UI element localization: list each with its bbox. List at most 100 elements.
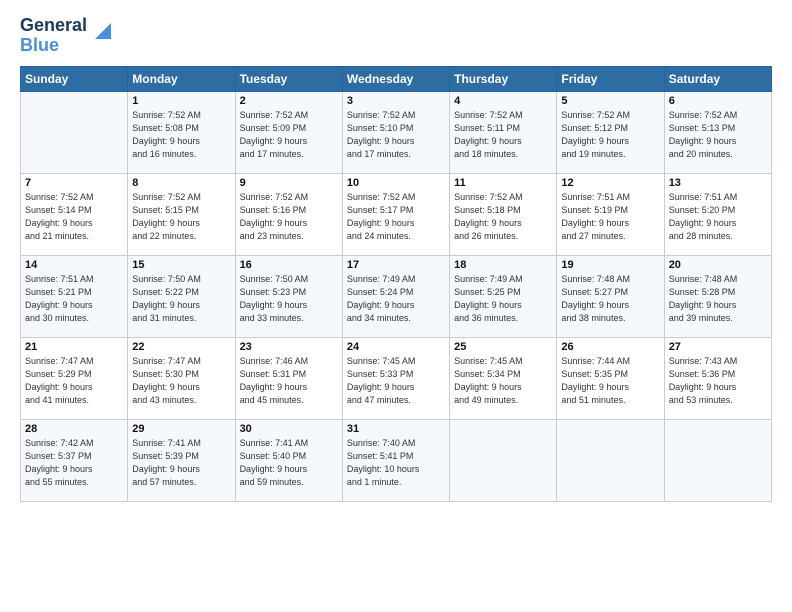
day-number: 23	[240, 341, 338, 353]
day-cell: 31 Sunrise: 7:40 AMSunset: 5:41 PMDayligh…	[342, 419, 449, 501]
col-saturday: Saturday	[664, 66, 771, 91]
day-number: 19	[561, 259, 659, 271]
calendar-table: Sunday Monday Tuesday Wednesday Thursday…	[20, 66, 772, 502]
day-cell: 2Sunrise: 7:52 AMSunset: 5:09 PMDaylight…	[235, 91, 342, 173]
day-cell: 21 Sunrise: 7:47 AMSunset: 5:29 PMDayligh…	[21, 337, 128, 419]
col-wednesday: Wednesday	[342, 66, 449, 91]
day-info: Sunrise: 7:52 AMSunset: 5:12 PMDaylight:…	[561, 109, 659, 161]
day-number: 30	[240, 423, 338, 435]
day-cell: 6 Sunrise: 7:52 AMSunset: 5:13 PMDaylight…	[664, 91, 771, 173]
day-number: 14	[25, 259, 123, 271]
day-number: 28	[25, 423, 123, 435]
day-cell: 9 Sunrise: 7:52 AMSunset: 5:16 PMDaylight…	[235, 173, 342, 255]
day-cell: 5 Sunrise: 7:52 AMSunset: 5:12 PMDaylight…	[557, 91, 664, 173]
day-info: Sunrise: 7:52 AMSunset: 5:18 PMDaylight:…	[454, 191, 552, 243]
day-cell	[450, 419, 557, 501]
week-row-5: 28Sunrise: 7:42 AMSunset: 5:37 PMDayligh…	[21, 419, 772, 501]
day-cell: 3 Sunrise: 7:52 AMSunset: 5:10 PMDaylight…	[342, 91, 449, 173]
day-number: 20	[669, 259, 767, 271]
day-number: 2	[240, 95, 338, 107]
day-number: 22	[132, 341, 230, 353]
day-info: Sunrise: 7:46 AMSunset: 5:31 PMDaylight:…	[240, 355, 338, 407]
week-row-2: 7 Sunrise: 7:52 AMSunset: 5:14 PMDaylight…	[21, 173, 772, 255]
day-cell: 7 Sunrise: 7:52 AMSunset: 5:14 PMDaylight…	[21, 173, 128, 255]
day-cell: 1Sunrise: 7:52 AMSunset: 5:08 PMDaylight…	[128, 91, 235, 173]
col-thursday: Thursday	[450, 66, 557, 91]
day-info: Sunrise: 7:49 AMSunset: 5:25 PMDaylight:…	[454, 273, 552, 325]
day-info: Sunrise: 7:43 AMSunset: 5:36 PMDaylight:…	[669, 355, 767, 407]
day-info: Sunrise: 7:49 AMSunset: 5:24 PMDaylight:…	[347, 273, 445, 325]
day-info: Sunrise: 7:47 AMSunset: 5:30 PMDaylight:…	[132, 355, 230, 407]
day-cell: 24 Sunrise: 7:45 AMSunset: 5:33 PMDayligh…	[342, 337, 449, 419]
day-info: Sunrise: 7:48 AMSunset: 5:28 PMDaylight:…	[669, 273, 767, 325]
day-number: 24	[347, 341, 445, 353]
logo-icon	[89, 21, 111, 43]
day-info: Sunrise: 7:41 AMSunset: 5:39 PMDaylight:…	[132, 437, 230, 489]
day-number: 7	[25, 177, 123, 189]
logo: GeneralBlue	[20, 16, 111, 56]
day-cell: 11 Sunrise: 7:52 AMSunset: 5:18 PMDayligh…	[450, 173, 557, 255]
day-number: 15	[132, 259, 230, 271]
day-cell: 28Sunrise: 7:42 AMSunset: 5:37 PMDayligh…	[21, 419, 128, 501]
day-info: Sunrise: 7:52 AMSunset: 5:14 PMDaylight:…	[25, 191, 123, 243]
day-number: 11	[454, 177, 552, 189]
day-number: 17	[347, 259, 445, 271]
day-info: Sunrise: 7:51 AMSunset: 5:21 PMDaylight:…	[25, 273, 123, 325]
day-cell: 10Sunrise: 7:52 AMSunset: 5:17 PMDayligh…	[342, 173, 449, 255]
day-number: 9	[240, 177, 338, 189]
day-number: 21	[25, 341, 123, 353]
day-number: 4	[454, 95, 552, 107]
col-monday: Monday	[128, 66, 235, 91]
day-info: Sunrise: 7:45 AMSunset: 5:34 PMDaylight:…	[454, 355, 552, 407]
col-sunday: Sunday	[21, 66, 128, 91]
day-cell: 16Sunrise: 7:50 AMSunset: 5:23 PMDayligh…	[235, 255, 342, 337]
day-number: 6	[669, 95, 767, 107]
week-row-1: 1Sunrise: 7:52 AMSunset: 5:08 PMDaylight…	[21, 91, 772, 173]
day-cell: 17 Sunrise: 7:49 AMSunset: 5:24 PMDayligh…	[342, 255, 449, 337]
day-cell: 19 Sunrise: 7:48 AMSunset: 5:27 PMDayligh…	[557, 255, 664, 337]
day-cell: 26Sunrise: 7:44 AMSunset: 5:35 PMDayligh…	[557, 337, 664, 419]
day-number: 1	[132, 95, 230, 107]
day-number: 5	[561, 95, 659, 107]
day-cell: 12Sunrise: 7:51 AMSunset: 5:19 PMDayligh…	[557, 173, 664, 255]
col-tuesday: Tuesday	[235, 66, 342, 91]
day-info: Sunrise: 7:40 AMSunset: 5:41 PMDaylight:…	[347, 437, 445, 489]
week-row-4: 21 Sunrise: 7:47 AMSunset: 5:29 PMDayligh…	[21, 337, 772, 419]
day-info: Sunrise: 7:51 AMSunset: 5:20 PMDaylight:…	[669, 191, 767, 243]
day-number: 8	[132, 177, 230, 189]
day-cell: 8 Sunrise: 7:52 AMSunset: 5:15 PMDaylight…	[128, 173, 235, 255]
day-cell: 15Sunrise: 7:50 AMSunset: 5:22 PMDayligh…	[128, 255, 235, 337]
day-info: Sunrise: 7:52 AMSunset: 5:15 PMDaylight:…	[132, 191, 230, 243]
day-number: 31	[347, 423, 445, 435]
day-cell: 14 Sunrise: 7:51 AMSunset: 5:21 PMDayligh…	[21, 255, 128, 337]
day-number: 25	[454, 341, 552, 353]
day-info: Sunrise: 7:41 AMSunset: 5:40 PMDaylight:…	[240, 437, 338, 489]
day-cell	[21, 91, 128, 173]
day-info: Sunrise: 7:45 AMSunset: 5:33 PMDaylight:…	[347, 355, 445, 407]
day-info: Sunrise: 7:52 AMSunset: 5:13 PMDaylight:…	[669, 109, 767, 161]
day-info: Sunrise: 7:52 AMSunset: 5:10 PMDaylight:…	[347, 109, 445, 161]
col-friday: Friday	[557, 66, 664, 91]
day-info: Sunrise: 7:52 AMSunset: 5:11 PMDaylight:…	[454, 109, 552, 161]
day-cell: 22 Sunrise: 7:47 AMSunset: 5:30 PMDayligh…	[128, 337, 235, 419]
day-cell: 25 Sunrise: 7:45 AMSunset: 5:34 PMDayligh…	[450, 337, 557, 419]
day-info: Sunrise: 7:50 AMSunset: 5:23 PMDaylight:…	[240, 273, 338, 325]
day-info: Sunrise: 7:44 AMSunset: 5:35 PMDaylight:…	[561, 355, 659, 407]
day-cell: 30 Sunrise: 7:41 AMSunset: 5:40 PMDayligh…	[235, 419, 342, 501]
header-row: Sunday Monday Tuesday Wednesday Thursday…	[21, 66, 772, 91]
day-info: Sunrise: 7:48 AMSunset: 5:27 PMDaylight:…	[561, 273, 659, 325]
day-number: 27	[669, 341, 767, 353]
day-info: Sunrise: 7:52 AMSunset: 5:16 PMDaylight:…	[240, 191, 338, 243]
day-number: 3	[347, 95, 445, 107]
day-cell: 13 Sunrise: 7:51 AMSunset: 5:20 PMDayligh…	[664, 173, 771, 255]
calendar-body: 1Sunrise: 7:52 AMSunset: 5:08 PMDaylight…	[21, 91, 772, 501]
day-number: 10	[347, 177, 445, 189]
day-cell: 23 Sunrise: 7:46 AMSunset: 5:31 PMDayligh…	[235, 337, 342, 419]
day-cell: 20 Sunrise: 7:48 AMSunset: 5:28 PMDayligh…	[664, 255, 771, 337]
day-cell: 4 Sunrise: 7:52 AMSunset: 5:11 PMDaylight…	[450, 91, 557, 173]
day-info: Sunrise: 7:47 AMSunset: 5:29 PMDaylight:…	[25, 355, 123, 407]
day-number: 13	[669, 177, 767, 189]
day-cell: 29Sunrise: 7:41 AMSunset: 5:39 PMDayligh…	[128, 419, 235, 501]
day-cell: 27 Sunrise: 7:43 AMSunset: 5:36 PMDayligh…	[664, 337, 771, 419]
day-cell: 18Sunrise: 7:49 AMSunset: 5:25 PMDayligh…	[450, 255, 557, 337]
